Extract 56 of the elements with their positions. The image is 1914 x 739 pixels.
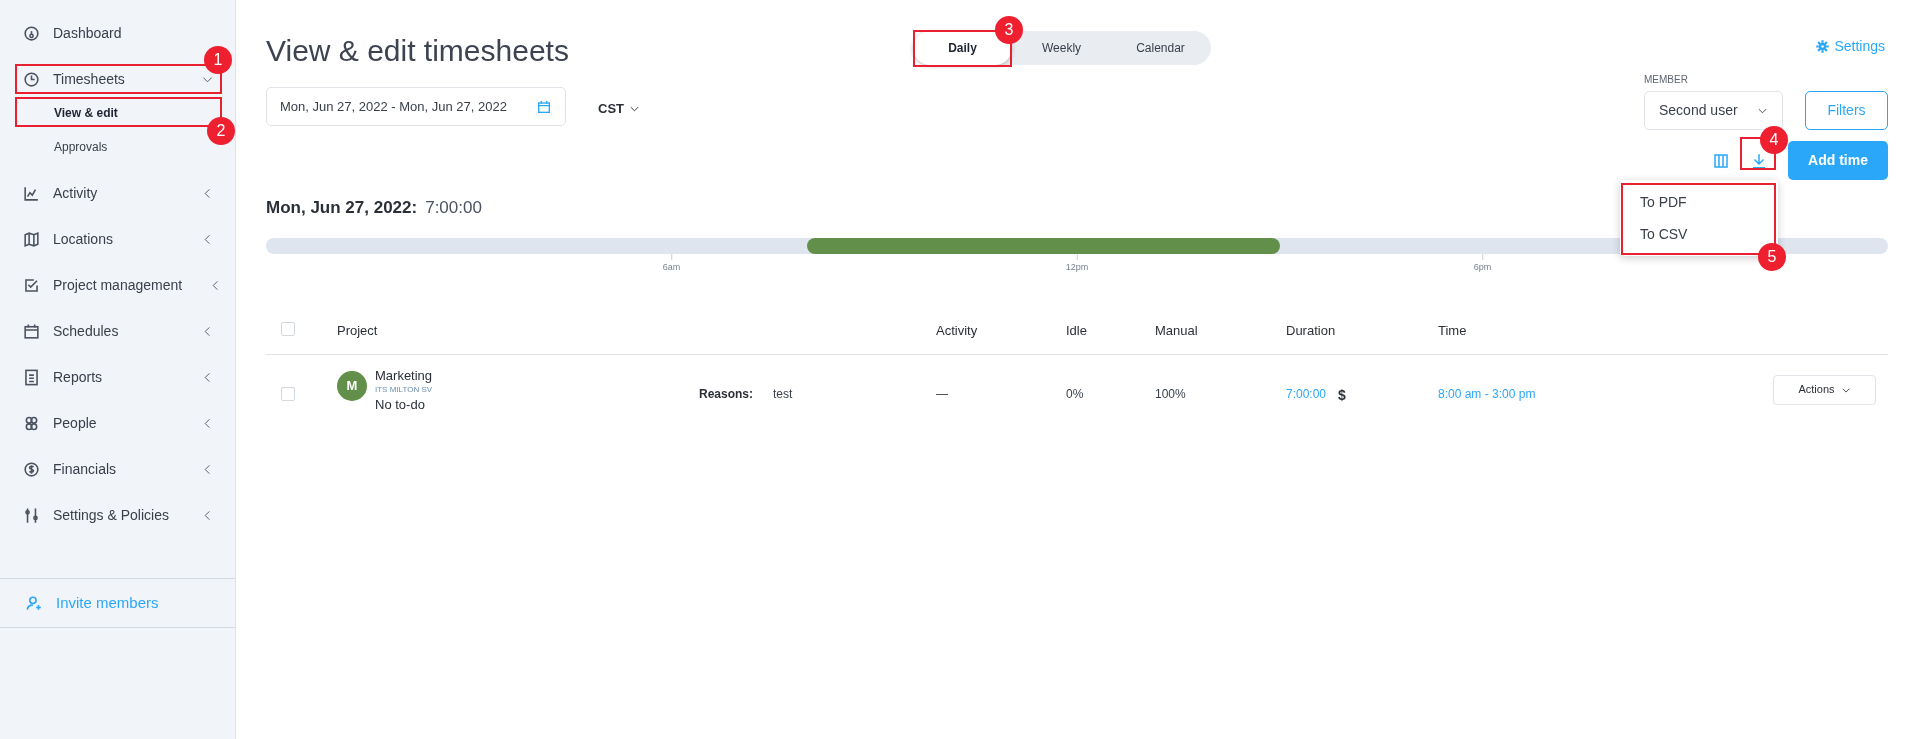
nav-item[interactable]: Schedules xyxy=(53,320,119,342)
nav-item[interactable]: Reports xyxy=(53,366,103,388)
table-cell-text: 0% xyxy=(1066,385,1084,403)
nav-item[interactable]: Activity xyxy=(53,182,98,204)
calendar-icon[interactable] xyxy=(22,321,41,341)
table-cell-text: 100% xyxy=(1155,385,1186,403)
day-total: 7:00:00 xyxy=(425,197,482,219)
currency-sign: $ xyxy=(1338,385,1346,405)
client-name: ITS MILTON SV xyxy=(375,383,433,396)
nav-subitem[interactable]: View & edit xyxy=(54,104,118,122)
checkbox[interactable] xyxy=(281,321,295,336)
nav-item[interactable]: Project management xyxy=(53,274,183,296)
actions-button[interactable]: Actions xyxy=(1773,374,1876,405)
clock-icon[interactable] xyxy=(22,69,41,89)
timeline-tick-label: 12pm xyxy=(1065,260,1089,274)
reasons-label: Reasons: xyxy=(699,385,754,403)
table-cell-text: — xyxy=(936,385,948,403)
dollar-icon[interactable] xyxy=(22,459,41,479)
add-user-icon xyxy=(25,593,44,613)
nav-item[interactable]: People xyxy=(53,412,97,434)
project-avatar: M xyxy=(337,370,367,401)
settings-icon xyxy=(1815,39,1831,54)
nav-item[interactable]: Timesheets xyxy=(53,68,125,90)
date-range-field[interactable]: Mon, Jun 27, 2022 - Mon, Jun 27, 2022 xyxy=(266,87,566,126)
table-cell-text: test xyxy=(773,385,793,403)
document-icon[interactable] xyxy=(22,367,41,387)
gauge-icon[interactable] xyxy=(22,23,41,43)
download-icon[interactable] xyxy=(1750,151,1768,170)
sliders-icon[interactable] xyxy=(22,505,41,525)
timeline-tick-label: 6am xyxy=(662,260,681,274)
step-number-badge: 4 xyxy=(1760,126,1788,154)
column-header: Idle xyxy=(1066,321,1087,340)
todo-label: No to-do xyxy=(375,395,426,414)
view-tab[interactable]: Calendar xyxy=(1111,31,1210,65)
day-date: Mon, Jun 27, 2022: xyxy=(266,197,418,219)
column-header: Time xyxy=(1438,321,1467,340)
column-header: Project xyxy=(337,321,378,340)
checkbox[interactable] xyxy=(281,386,295,401)
step-number-badge: 5 xyxy=(1758,243,1786,271)
member-label: MEMBER xyxy=(1644,73,1689,87)
project-name: Marketing xyxy=(375,367,433,384)
calendar-icon xyxy=(536,98,552,115)
menu-item[interactable]: To PDF xyxy=(1620,186,1778,218)
nav-item[interactable]: Locations xyxy=(53,228,113,250)
timeline-tick-label: 6pm xyxy=(1473,260,1492,274)
nav-item[interactable]: Financials xyxy=(53,458,117,480)
nav-item[interactable]: Dashboard xyxy=(53,22,122,44)
column-header: Activity xyxy=(936,321,978,340)
map-icon[interactable] xyxy=(22,229,41,249)
nav-item[interactable]: Settings & Policies xyxy=(53,504,169,526)
page-title: View & edit timesheets xyxy=(266,33,570,69)
column-header: Duration xyxy=(1286,321,1336,340)
step-number-badge: 3 xyxy=(995,16,1023,44)
nav-subitem[interactable]: Approvals xyxy=(54,138,108,156)
column-header: Manual xyxy=(1155,321,1198,340)
timezone-dropdown[interactable]: CST xyxy=(598,99,640,119)
